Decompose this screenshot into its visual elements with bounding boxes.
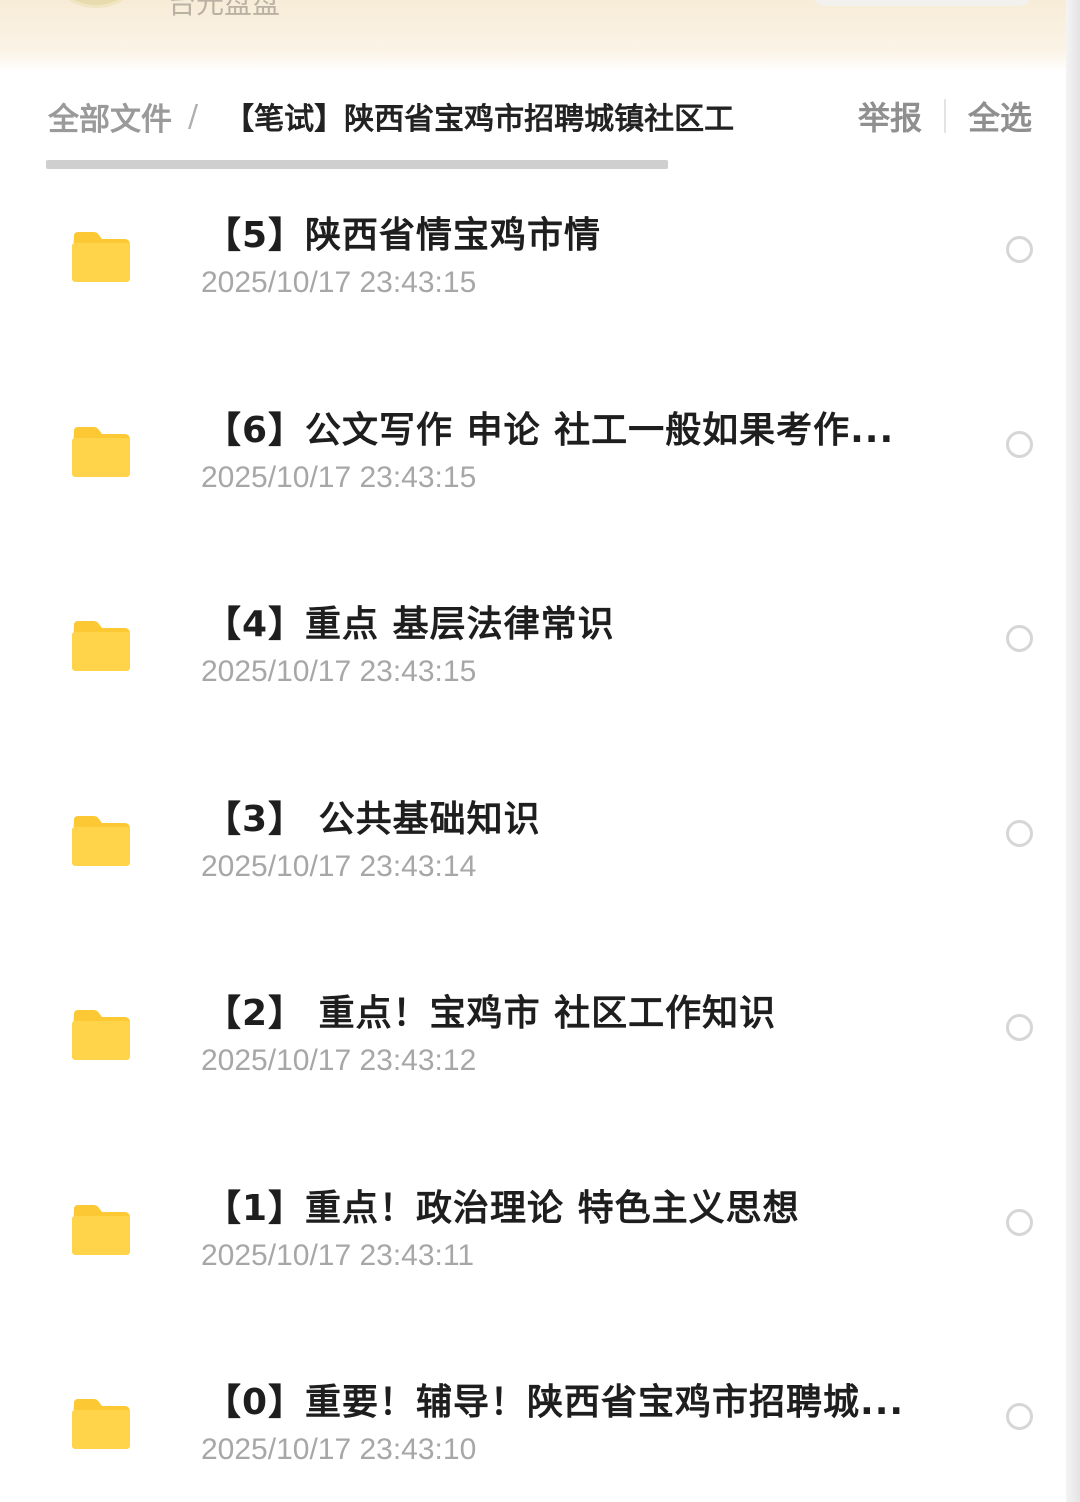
file-timestamp: 2025/10/17 23:43:12 (201, 1044, 477, 1077)
file-name[interactable]: 【4】重点 基层法律常识 (205, 595, 925, 647)
folder-icon (70, 425, 132, 479)
file-list: 【5】陕西省情宝鸡市情 2025/10/17 23:43:15 【6】公文写作 申论… (0, 170, 1066, 1502)
file-timestamp: 2025/10/17 23:43:10 (201, 1433, 477, 1466)
file-name[interactable]: 【2】 重点！宝鸡市 社区工作知识 (205, 984, 925, 1036)
folder-icon (70, 1397, 132, 1451)
folder-icon (70, 619, 132, 673)
file-row[interactable]: 【4】重点 基层法律常识 2025/10/17 23:43:15 (0, 559, 1066, 754)
folder-icon (70, 1203, 132, 1257)
file-row[interactable]: 【1】重点！政治理论 特色主义思想 2025/10/17 23:43:11 (0, 1143, 1066, 1338)
file-name[interactable]: 【6】公文写作 申论 社工一般如果考作... (205, 401, 925, 453)
file-row[interactable]: 【6】公文写作 申论 社工一般如果考作... 2025/10/17 23:43:1… (0, 365, 1066, 560)
top-banner: 台元盘盘 (0, 0, 1080, 72)
file-row[interactable]: 【3】 公共基础知识 2025/10/17 23:43:14 (0, 754, 1066, 949)
file-browser-page: 台元盘盘 全部文件 / 【笔试】陕西省宝鸡市招聘城镇社区工 举报 全选 【5】陕… (0, 0, 1080, 1502)
report-button[interactable]: 举报 (858, 93, 922, 139)
select-radio[interactable] (1006, 819, 1033, 847)
page-scrollbar[interactable] (1066, 0, 1080, 1502)
actions-divider (943, 99, 946, 133)
breadcrumb-root-all-files[interactable]: 全部文件 (48, 94, 172, 139)
breadcrumb: 全部文件 / 【笔试】陕西省宝鸡市招聘城镇社区工 (48, 94, 734, 138)
select-radio[interactable] (1006, 1014, 1033, 1041)
breadcrumb-current-folder: 【笔试】陕西省宝鸡市招聘城镇社区工 (224, 102, 735, 137)
folder-icon (70, 230, 132, 284)
folder-icon (70, 1008, 132, 1062)
file-timestamp: 2025/10/17 23:43:11 (201, 1238, 475, 1272)
select-all-button[interactable]: 全选 (968, 93, 1032, 139)
select-radio[interactable] (1006, 625, 1033, 652)
file-timestamp: 2025/10/17 23:43:14 (201, 849, 477, 883)
file-name[interactable]: 【5】陕西省情宝鸡市情 (205, 206, 925, 258)
avatar[interactable] (58, 0, 134, 8)
file-row[interactable]: 【0】重要！辅导！陕西省宝鸡市招聘城... 2025/10/17 23:43:10 (0, 1337, 1066, 1502)
select-radio[interactable] (1006, 1208, 1033, 1236)
file-name[interactable]: 【3】 公共基础知识 (205, 790, 925, 842)
folder-icon (70, 814, 132, 868)
header-actions: 举报 全选 (858, 94, 1032, 138)
file-timestamp: 2025/10/17 23:43:15 (201, 266, 477, 299)
file-name[interactable]: 【0】重要！辅导！陕西省宝鸡市招聘城... (205, 1373, 925, 1425)
file-row[interactable]: 【5】陕西省情宝鸡市情 2025/10/17 23:43:15 (0, 170, 1066, 365)
file-row[interactable]: 【2】 重点！宝鸡市 社区工作知识 2025/10/17 23:43:12 (0, 948, 1066, 1143)
file-name[interactable]: 【1】重点！政治理论 特色主义思想 (205, 1179, 925, 1231)
breadcrumb-separator: / (188, 98, 199, 134)
file-timestamp: 2025/10/17 23:43:15 (201, 655, 477, 688)
breadcrumb-scrollbar[interactable] (46, 160, 668, 169)
top-action-pill[interactable] (812, 0, 1032, 6)
select-radio[interactable] (1006, 1403, 1033, 1430)
select-radio[interactable] (1006, 430, 1033, 458)
top-subtitle: 台元盘盘 (168, 0, 281, 20)
file-timestamp: 2025/10/17 23:43:15 (201, 460, 477, 494)
select-radio[interactable] (1006, 236, 1033, 263)
